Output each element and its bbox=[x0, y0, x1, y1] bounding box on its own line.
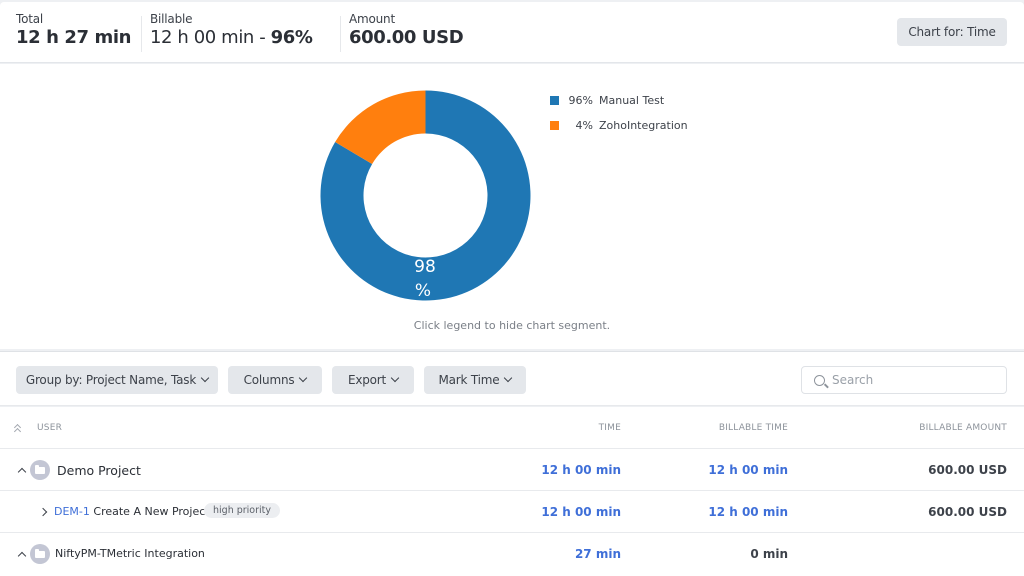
donut-center-label-unit: % bbox=[415, 281, 431, 301]
legend-swatch bbox=[550, 121, 559, 130]
report-table: USER TIME BILLABLE TIME BILLABLE AMOUNT … bbox=[0, 407, 1024, 576]
chart-panel: 98% 96% Manual Test 4% ZohoIntegration Clic… bbox=[0, 64, 1024, 349]
chevron-right-icon[interactable] bbox=[38, 507, 48, 517]
table-header: USER TIME BILLABLE TIME BILLABLE AMOUNT bbox=[0, 407, 1024, 449]
export-label: Export bbox=[347, 373, 387, 387]
table-row-project[interactable]: NiftyPM-TMetric Integration 27 min 0 min bbox=[0, 533, 1024, 575]
amount-label: Amount bbox=[349, 12, 395, 26]
table-row-task[interactable]: DEM-1 Create A New Project high priority… bbox=[0, 491, 1024, 533]
chevron-down-icon bbox=[390, 373, 400, 383]
billable-value: 12 h 00 min - bbox=[150, 27, 271, 48]
chevron-up-icon[interactable] bbox=[17, 551, 27, 561]
header-billable-amount[interactable]: BILLABLE AMOUNT bbox=[919, 423, 1007, 433]
billable-amount-value: 600.00 USD bbox=[928, 463, 1007, 477]
legend-item-manual-test[interactable]: 96% Manual Test bbox=[550, 94, 688, 107]
project-name: NiftyPM-TMetric Integration bbox=[55, 547, 205, 560]
search-icon bbox=[814, 374, 825, 386]
search-input[interactable] bbox=[832, 373, 992, 387]
columns-label: Columns bbox=[243, 373, 295, 387]
amount-stat: Amount 600.00 USD bbox=[339, 12, 464, 52]
project-name: Demo Project bbox=[57, 463, 141, 478]
folder-icon bbox=[30, 460, 50, 480]
billable-time-value: 0 min bbox=[750, 547, 788, 561]
amount-value: 600.00 USD bbox=[349, 27, 464, 48]
mark-time-dropdown[interactable]: Mark Time bbox=[424, 366, 526, 394]
summary-bar: Total 12 h 27 min Billable 12 h 00 min -… bbox=[0, 2, 1024, 63]
billable-label: Billable bbox=[150, 12, 193, 26]
legend-label: ZohoIntegration bbox=[599, 119, 688, 132]
chart-note: Click legend to hide chart segment. bbox=[413, 319, 611, 332]
donut-center-label: 98 bbox=[414, 257, 436, 277]
tag-badge: high priority bbox=[204, 503, 281, 518]
legend-label: Manual Test bbox=[599, 94, 665, 107]
total-stat: Total 12 h 27 min bbox=[16, 12, 131, 48]
chart-legend: 96% Manual Test 4% ZohoIntegration bbox=[550, 94, 688, 144]
billable-time-value[interactable]: 12 h 00 min bbox=[708, 463, 788, 477]
header-billable-time[interactable]: BILLABLE TIME bbox=[719, 423, 788, 433]
chevron-up-icon[interactable] bbox=[17, 467, 27, 477]
legend-percent: 96% bbox=[568, 94, 593, 107]
group-by-dropdown[interactable]: Group by: Project Name, Task bbox=[16, 366, 218, 394]
header-user[interactable]: USER bbox=[37, 423, 62, 433]
time-value[interactable]: 12 h 00 min bbox=[541, 463, 621, 477]
columns-dropdown[interactable]: Columns bbox=[228, 366, 322, 394]
collapse-all-icon[interactable] bbox=[13, 423, 23, 436]
billable-amount-value: 600.00 USD bbox=[928, 505, 1007, 519]
group-by-label: Group by: Project Name, Task bbox=[25, 373, 197, 387]
total-label: Total bbox=[16, 12, 44, 26]
total-value: 12 h 27 min bbox=[16, 27, 132, 48]
legend-percent: 4% bbox=[575, 119, 593, 132]
table-toolbar: Group by: Project Name, Task Columns Exp… bbox=[0, 351, 1024, 406]
task-name: Create A New Project bbox=[93, 505, 210, 518]
legend-item-zohointegration[interactable]: 4% ZohoIntegration bbox=[550, 119, 688, 132]
folder-icon bbox=[30, 544, 50, 564]
chevron-down-icon bbox=[200, 373, 210, 383]
chart-for-label: Chart for: Time bbox=[908, 25, 996, 39]
header-time[interactable]: TIME bbox=[599, 423, 621, 433]
chevron-down-icon bbox=[504, 373, 513, 383]
chevron-down-icon bbox=[299, 373, 308, 383]
table-row-project[interactable]: Demo Project 12 h 00 min 12 h 00 min 600… bbox=[0, 449, 1024, 491]
billable-percent: 96% bbox=[270, 27, 313, 48]
search-box[interactable] bbox=[801, 366, 1007, 394]
billable-time-value[interactable]: 12 h 00 min bbox=[708, 505, 788, 519]
donut-chart: 98% bbox=[320, 90, 531, 301]
task-key-link[interactable]: DEM-1 bbox=[54, 505, 90, 518]
export-dropdown[interactable]: Export bbox=[332, 366, 414, 394]
time-value[interactable]: 12 h 00 min bbox=[541, 505, 621, 519]
billable-stat: Billable 12 h 00 min - 96% bbox=[141, 12, 313, 52]
chart-for-button[interactable]: Chart for: Time bbox=[897, 18, 1007, 46]
mark-time-label: Mark Time bbox=[438, 373, 500, 387]
legend-swatch bbox=[550, 96, 559, 105]
time-value[interactable]: 27 min bbox=[575, 547, 621, 561]
